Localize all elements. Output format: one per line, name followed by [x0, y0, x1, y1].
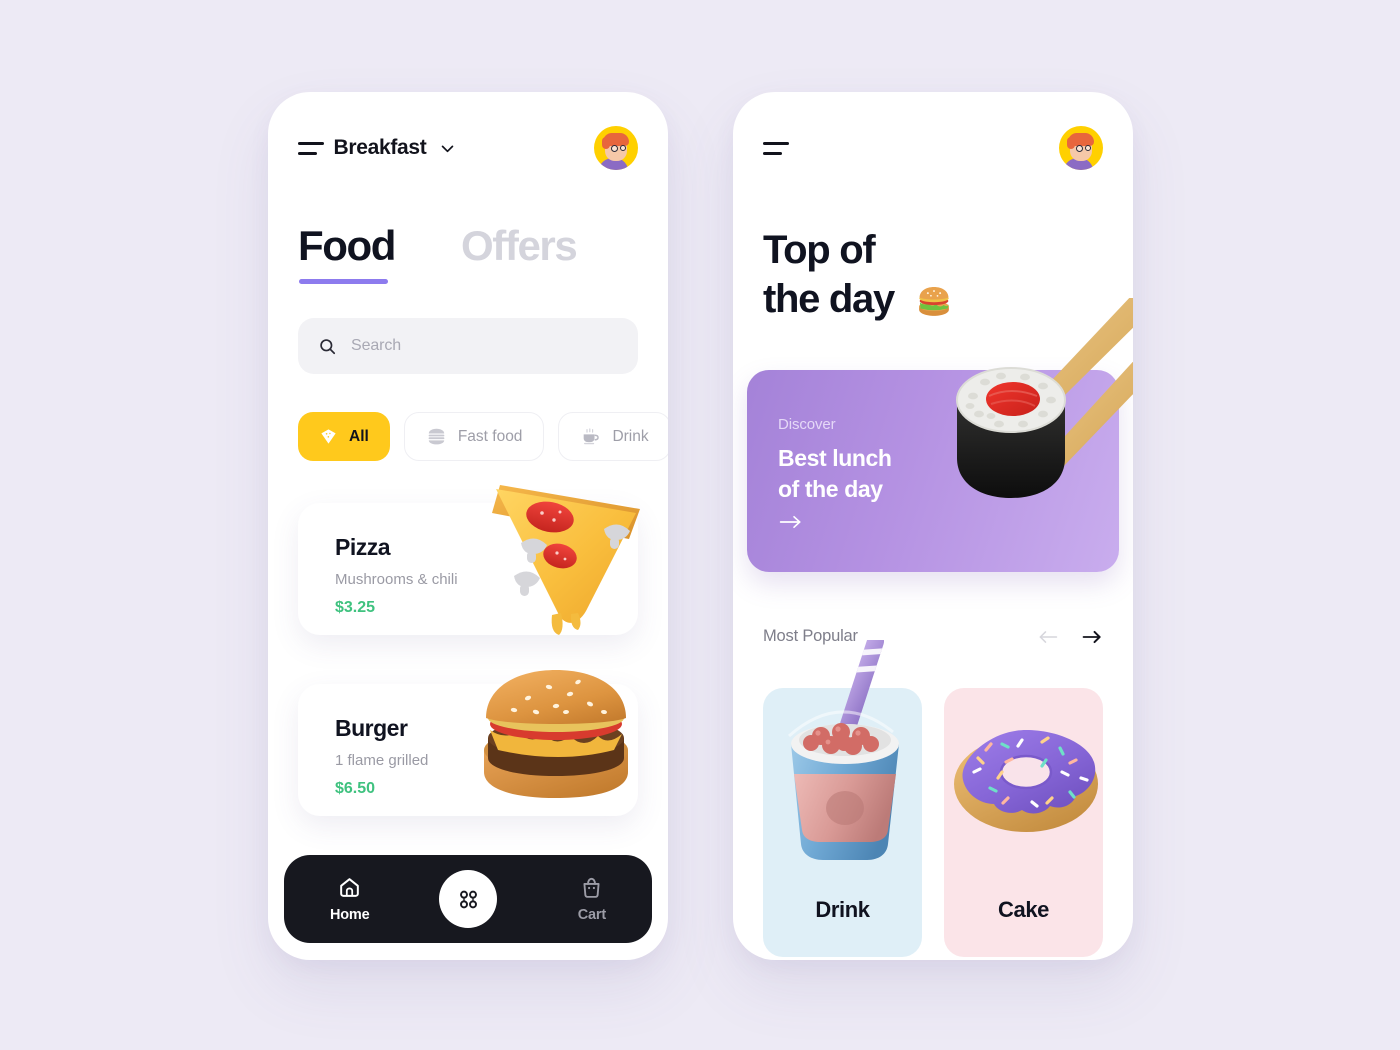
popular-card-label: Cake	[998, 897, 1049, 922]
meal-selector[interactable]: Breakfast	[328, 136, 461, 160]
avatar-glasses-right	[1085, 145, 1091, 151]
coffee-cup-icon	[584, 428, 600, 445]
arrow-right-icon[interactable]	[778, 512, 804, 532]
search-input[interactable]: Search	[298, 318, 638, 374]
phone-screen-food-list: Breakfast Food Offers Search All Fast fo…	[268, 92, 668, 960]
search-icon	[320, 338, 336, 354]
arrow-right-icon[interactable]	[1081, 629, 1103, 645]
food-card-price: $3.25	[335, 599, 376, 616]
burger-icon	[428, 428, 445, 445]
chip-drink[interactable]: Drink	[558, 412, 668, 461]
nav-item-home-label: Home	[330, 907, 370, 923]
popular-card-label: Drink	[815, 897, 870, 922]
food-card-description: 1 flame grilled	[335, 752, 429, 769]
carousel-controls	[1037, 629, 1103, 645]
banner-title: Best lunch of the day	[778, 445, 892, 502]
tab-food[interactable]: Food	[298, 222, 396, 284]
chevron-down-icon	[441, 145, 453, 152]
home-icon	[340, 878, 360, 897]
grid-dots-icon	[459, 890, 477, 908]
shopping-bag-icon	[583, 877, 600, 898]
chip-drink-label: Drink	[612, 427, 649, 445]
meal-selector-label: Breakfast	[333, 136, 427, 159]
page-title: Top of the day	[763, 228, 895, 321]
section-title: Most Popular	[763, 627, 858, 645]
food-card-title: Burger	[335, 715, 408, 741]
pizza-slice-3d-art	[492, 485, 640, 635]
banner-kicker: Discover	[778, 416, 836, 433]
popular-card-drink[interactable]: Drink	[763, 640, 922, 957]
category-chips: All Fast food Drink	[298, 412, 668, 461]
avatar-glasses-left	[611, 145, 618, 152]
bottom-navigation: Home Cart	[284, 855, 652, 943]
nav-item-cart[interactable]: Cart	[578, 875, 606, 923]
most-popular-grid: Drink Cake	[763, 640, 1103, 957]
avatar-hair-side	[1067, 137, 1075, 149]
burger-3d-art	[484, 670, 628, 798]
chip-fast-food-label: Fast food	[457, 427, 523, 445]
phone-screen-top-of-day: Top of the day Discover Best lunch of th…	[733, 92, 1133, 960]
tab-offers[interactable]: Offers	[461, 222, 578, 284]
left-topbar: Breakfast	[268, 92, 668, 204]
discover-banner[interactable]: Discover Best lunch of the day	[747, 298, 1133, 572]
app-mockup-stage: Breakfast Food Offers Search All Fast fo…	[0, 0, 1400, 1050]
chip-all[interactable]: All	[298, 412, 390, 461]
food-card-description: Mushrooms & chili	[335, 571, 458, 588]
food-card-price: $6.50	[335, 780, 376, 797]
food-card-pizza[interactable]: Pizza Mushrooms & chili $3.25	[298, 485, 640, 635]
avatar[interactable]	[1059, 126, 1103, 170]
donut-3d-art	[954, 730, 1098, 832]
search-placeholder: Search	[351, 337, 402, 354]
avatar[interactable]	[594, 126, 638, 170]
bubble-tea-3d-art	[788, 640, 899, 860]
hamburger-icon[interactable]	[763, 141, 793, 155]
right-topbar	[733, 92, 1133, 204]
grid-dots-button[interactable]	[439, 870, 497, 928]
nav-item-cart-label: Cart	[577, 907, 606, 923]
content-tabs: Food Offers	[298, 222, 578, 284]
sushi-roll-chopsticks-3d-art	[956, 298, 1133, 498]
hamburger-icon[interactable]	[298, 141, 328, 155]
arrow-left-icon[interactable]	[1037, 629, 1059, 645]
nav-item-home[interactable]: Home	[330, 875, 370, 923]
pizza-slice-icon	[321, 429, 336, 444]
chip-all-label: All	[349, 427, 369, 445]
avatar-glasses-right	[620, 145, 626, 151]
avatar-hair-side	[602, 137, 610, 149]
most-popular-header: Most Popular	[763, 627, 1103, 646]
chip-fast-food[interactable]: Fast food	[403, 412, 545, 461]
popular-card-cake[interactable]: Cake	[944, 688, 1103, 957]
burger-emoji-icon	[919, 287, 949, 316]
avatar-glasses-left	[1076, 145, 1083, 152]
food-card-burger[interactable]: Burger 1 flame grilled $6.50	[298, 670, 638, 816]
food-card-title: Pizza	[335, 534, 391, 560]
